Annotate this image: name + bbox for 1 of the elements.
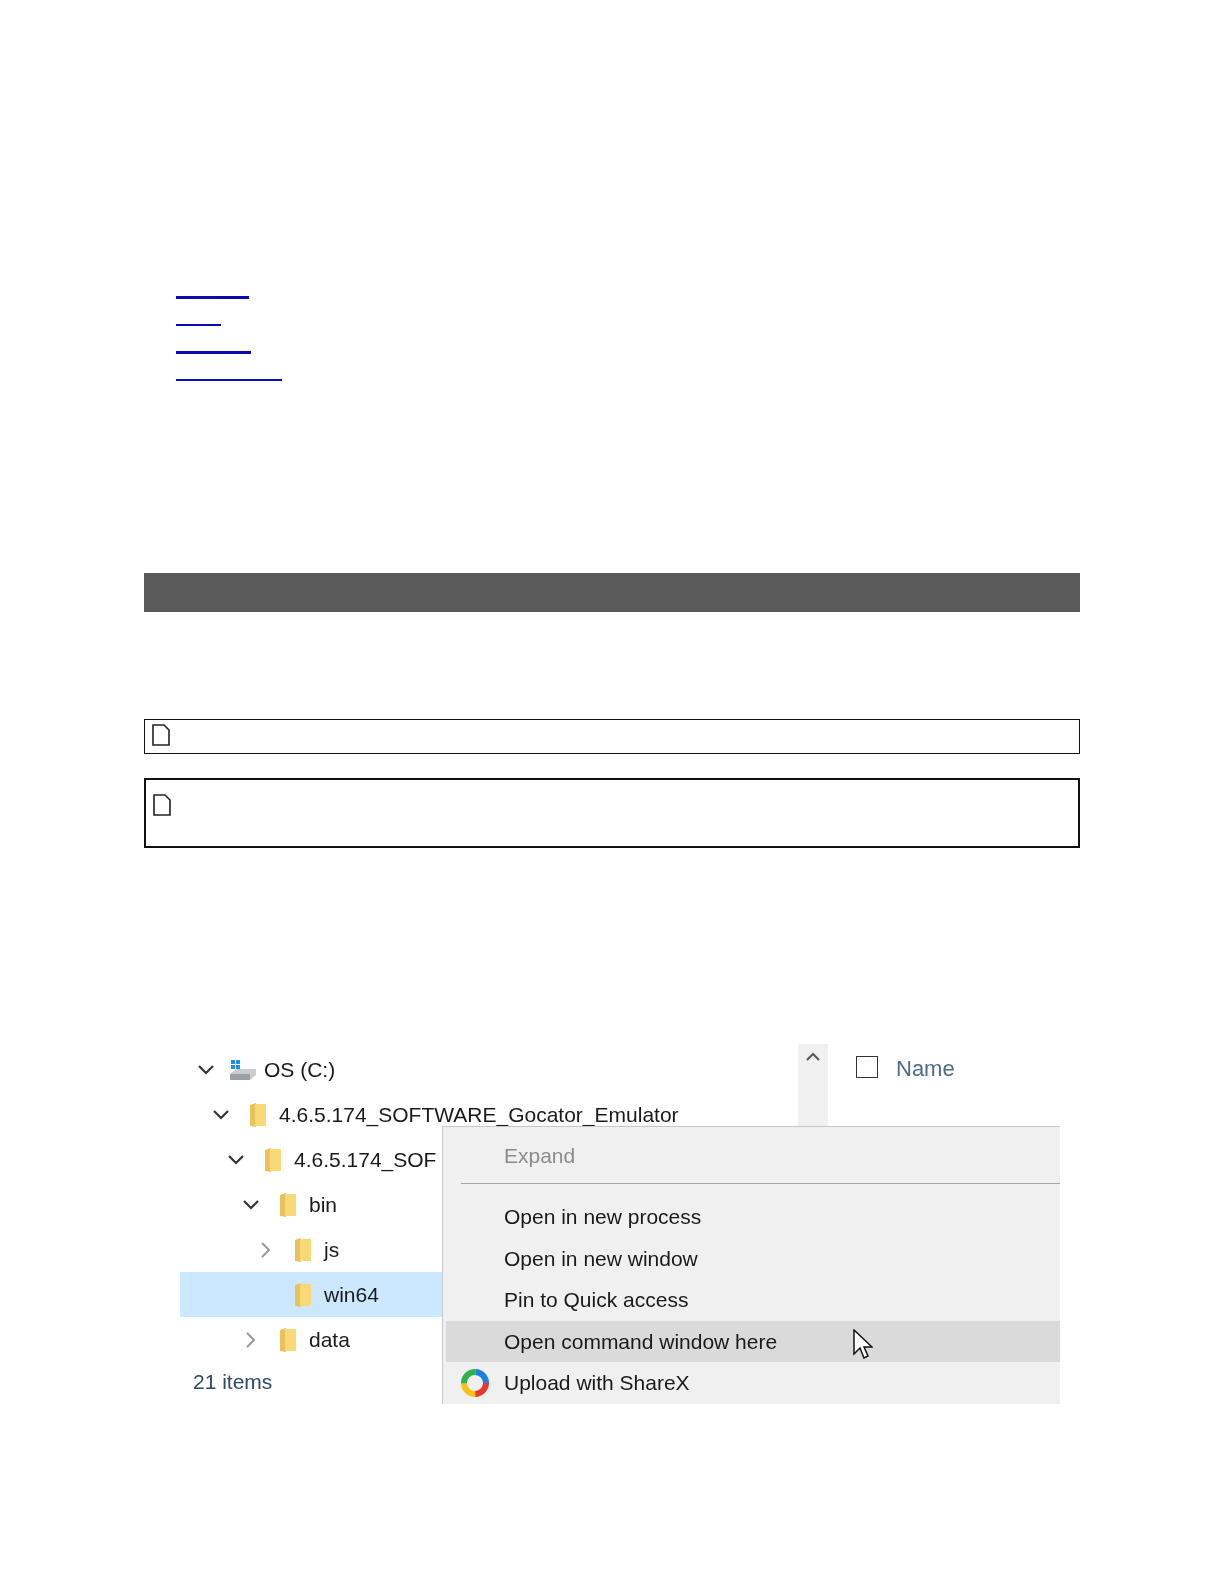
item-count: 21 items	[193, 1370, 273, 1394]
